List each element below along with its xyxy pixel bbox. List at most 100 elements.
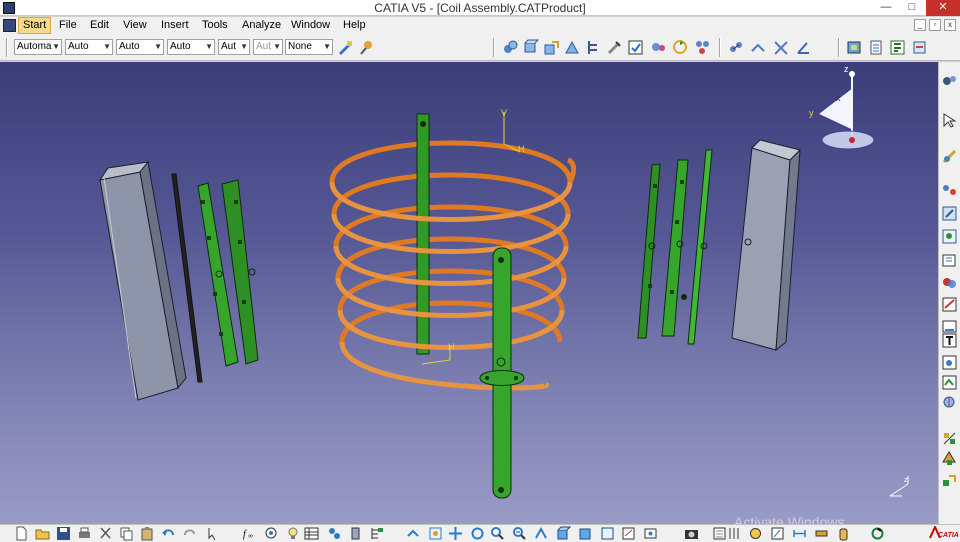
part-icon[interactable] [522,39,539,56]
sectioning-icon[interactable] [941,296,958,313]
smart-move-icon[interactable] [941,252,958,269]
measure-distance-icon[interactable] [792,526,807,541]
toolbar-grip[interactable] [6,38,8,57]
render-style-combo[interactable]: Aut ▼ [253,39,283,55]
menu-edit[interactable]: Edit [90,19,109,31]
fill-color-combo[interactable]: Automa ▼ [14,39,62,55]
pan-icon[interactable] [448,526,463,541]
capture-camera-icon[interactable] [684,526,699,541]
copy-icon[interactable] [119,526,134,541]
measure-item-icon[interactable] [911,39,928,56]
right-housing-plate[interactable] [731,139,801,352]
contact-constraint-icon[interactable] [750,39,767,56]
open-folder-icon[interactable] [35,526,50,541]
measure-between-icon[interactable] [889,39,906,56]
print-icon[interactable] [77,526,92,541]
mdi-close-button[interactable]: x [944,19,956,31]
3d-viewport[interactable]: V H H z x y z Activate Windows [0,62,938,524]
coincidence-constraint-icon[interactable] [728,39,745,56]
scene-icon[interactable] [941,354,958,371]
normal-view-icon[interactable] [534,526,549,541]
zoom-out-icon[interactable] [512,526,527,541]
rear-green-post[interactable] [416,113,430,355]
mdi-minimize-button[interactable]: _ [914,19,926,31]
redo-icon[interactable] [182,526,197,541]
generate-numbering-icon[interactable] [606,39,623,56]
hide-show-icon[interactable] [600,526,615,541]
window-minimize-button[interactable]: — [873,0,899,16]
window-close-button[interactable]: ✕ [926,0,960,16]
menu-insert[interactable]: Insert [161,19,189,31]
zoom-in-icon[interactable] [490,526,505,541]
save-icon[interactable] [56,526,71,541]
explode-icon[interactable] [941,182,958,199]
shading-with-edges-icon[interactable] [578,526,593,541]
design-mode-gear-icon[interactable] [941,72,958,89]
isometric-view-icon[interactable] [556,526,571,541]
right-green-bracket-1[interactable] [637,163,661,339]
undo-icon[interactable] [161,526,176,541]
light-bulb-icon[interactable] [286,526,301,541]
selective-load-icon[interactable] [627,39,644,56]
compass-widget[interactable]: z x y [809,64,875,150]
offset-constraint-icon[interactable] [773,39,790,56]
window-maximize-button[interactable]: □ [899,0,925,16]
mdi-restore-button[interactable]: ▫ [929,19,941,31]
stop-manipulate-icon[interactable] [941,205,958,222]
paste-icon[interactable] [140,526,155,541]
document-icon[interactable] [3,19,16,32]
angle-constraint-icon[interactable] [795,39,812,56]
quick-view-icon[interactable] [643,526,658,541]
painter-icon[interactable] [337,39,354,56]
update-cycle-icon[interactable] [870,526,885,541]
front-green-post[interactable] [479,247,525,499]
menu-window[interactable]: Window [291,19,330,31]
vertical-bars-icon[interactable] [726,526,741,541]
layer-combo[interactable]: None ▼ [285,39,333,55]
mass-bottle-icon[interactable] [836,526,851,541]
product-icon[interactable] [502,39,519,56]
properties-brush-icon[interactable] [358,39,375,56]
clash-analysis-icon[interactable] [941,274,958,291]
flexible-subassembly-icon[interactable] [941,472,958,489]
select-arrow-icon[interactable] [941,112,958,129]
catalog-icon[interactable] [712,526,727,541]
swap-visible-space-icon[interactable] [621,526,636,541]
clash-icon[interactable] [748,526,763,541]
point-symbol-combo[interactable]: Aut ▼ [218,39,250,55]
menu-start[interactable]: Start [18,17,52,34]
replace-component-icon[interactable] [564,39,581,56]
menu-help[interactable]: Help [343,19,366,31]
measure-icon[interactable] [814,526,829,541]
measure-inertia-icon[interactable] [348,526,363,541]
menu-tools[interactable]: Tools [202,19,228,31]
enhanced-scene-icon[interactable] [941,374,958,391]
law-icon[interactable] [327,526,342,541]
fly-mode-icon[interactable] [406,526,421,541]
left-housing-plate[interactable] [98,160,187,401]
publication-icon[interactable] [941,450,958,467]
bill-of-material-icon[interactable] [868,39,885,56]
line-color-combo[interactable]: Auto ▼ [65,39,113,55]
design-table-icon[interactable] [304,526,319,541]
annotation-text-icon[interactable] [941,332,958,349]
existing-component-icon[interactable] [543,39,560,56]
drawing-icon[interactable] [770,526,785,541]
manage-representations-icon[interactable] [650,39,667,56]
cut-icon[interactable] [98,526,113,541]
menu-file[interactable]: File [59,19,77,31]
formula-icon[interactable]: f ∞ [242,526,257,541]
manipulation-icon[interactable] [941,148,958,165]
menu-analyze[interactable]: Analyze [242,19,281,31]
knowledge-advisor-icon[interactable] [264,526,279,541]
line-thickness-combo[interactable]: Auto ▼ [116,39,164,55]
line-type-combo[interactable]: Auto ▼ [167,39,215,55]
graph-tree-reorder-icon[interactable] [585,39,602,56]
whats-this-icon[interactable] [207,526,222,541]
assembly-features-icon[interactable] [941,394,958,411]
reuse-pattern-icon[interactable] [941,430,958,447]
update-icon[interactable] [672,39,689,56]
fit-all-in-icon[interactable] [428,526,443,541]
menu-view[interactable]: View [123,19,147,31]
right-green-bracket-2[interactable] [661,159,689,337]
